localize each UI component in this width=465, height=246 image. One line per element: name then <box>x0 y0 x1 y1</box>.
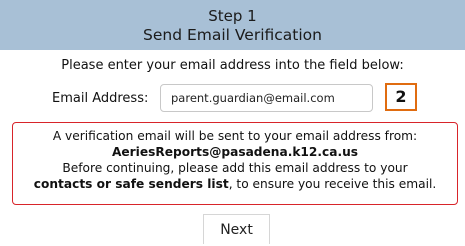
notice-line-4: contacts or safe senders list, to ensure… <box>13 176 457 192</box>
email-address-label: Email Address: <box>52 91 149 106</box>
notice-sender-address: AeriesReports@pasadena.k12.ca.us <box>111 145 359 159</box>
notice-line-3: Before continuing, please add this email… <box>62 161 408 175</box>
instruction-text: Please enter your email address into the… <box>61 58 404 73</box>
next-button[interactable]: Next <box>203 214 270 244</box>
email-address-input[interactable] <box>160 84 373 112</box>
notice-line-1: A verification email will be sent to you… <box>52 129 418 143</box>
notice-line-4-rest: , to ensure you receive this email. <box>228 177 437 191</box>
step-number: Step 1 <box>208 7 257 25</box>
callout-badge: 2 <box>385 83 417 111</box>
verification-notice: A verification email will be sent to you… <box>12 122 458 205</box>
step-header: Step 1 Send Email Verification <box>0 0 465 50</box>
step-title: Send Email Verification <box>143 26 322 44</box>
notice-safe-senders-emphasis: contacts or safe senders list <box>33 177 229 191</box>
